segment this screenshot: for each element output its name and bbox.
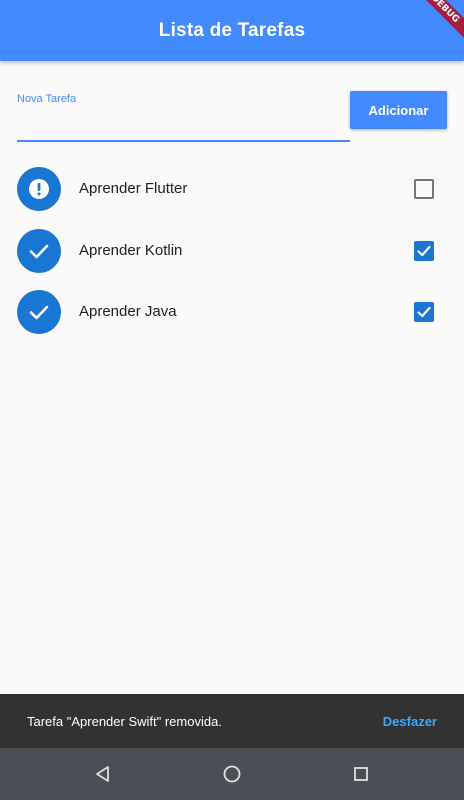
new-task-input[interactable] [17, 109, 350, 139]
recents-button[interactable] [349, 762, 373, 786]
check-icon [29, 244, 49, 258]
add-task-button[interactable]: Adicionar [350, 91, 447, 129]
back-button[interactable] [91, 762, 115, 786]
exclamation-icon [29, 179, 49, 199]
task-status-avatar [17, 228, 61, 273]
new-task-form: Nova Tarefa Adicionar [17, 85, 447, 145]
debug-banner: DEBUG [408, 0, 464, 46]
input-underline [17, 140, 350, 142]
checkmark-icon [417, 245, 431, 256]
task-row[interactable]: Aprender Kotlin [0, 220, 464, 282]
snackbar: Tarefa "Aprender Swift" removida. Desfaz… [0, 694, 464, 748]
task-row[interactable]: Aprender Flutter [0, 158, 464, 220]
page-title: Lista de Tarefas [158, 19, 306, 41]
task-checkbox[interactable] [414, 240, 434, 261]
task-title: Aprender Kotlin [79, 241, 183, 259]
task-status-avatar [17, 167, 61, 211]
new-task-label: Nova Tarefa [17, 93, 77, 105]
task-list: Aprender Flutter Aprender Kotlin Aprende… [0, 158, 464, 343]
check-icon [29, 305, 49, 320]
recents-square-icon [354, 767, 368, 781]
home-circle-icon [223, 765, 241, 783]
task-title: Aprender Flutter [79, 180, 188, 198]
home-button[interactable] [220, 762, 244, 786]
undo-button[interactable]: Desfazer [383, 714, 437, 729]
task-checkbox[interactable] [414, 179, 434, 199]
app-bar: Lista de Tarefas DEBUG [0, 0, 464, 61]
task-row[interactable]: Aprender Java [0, 281, 464, 343]
snackbar-message: Tarefa "Aprender Swift" removida. [27, 713, 222, 729]
task-checkbox[interactable] [414, 302, 434, 322]
task-title: Aprender Java [79, 303, 177, 321]
checkmark-icon [417, 306, 431, 318]
task-status-avatar [17, 290, 61, 334]
system-nav-bar [0, 748, 464, 800]
back-triangle-icon [96, 766, 109, 782]
